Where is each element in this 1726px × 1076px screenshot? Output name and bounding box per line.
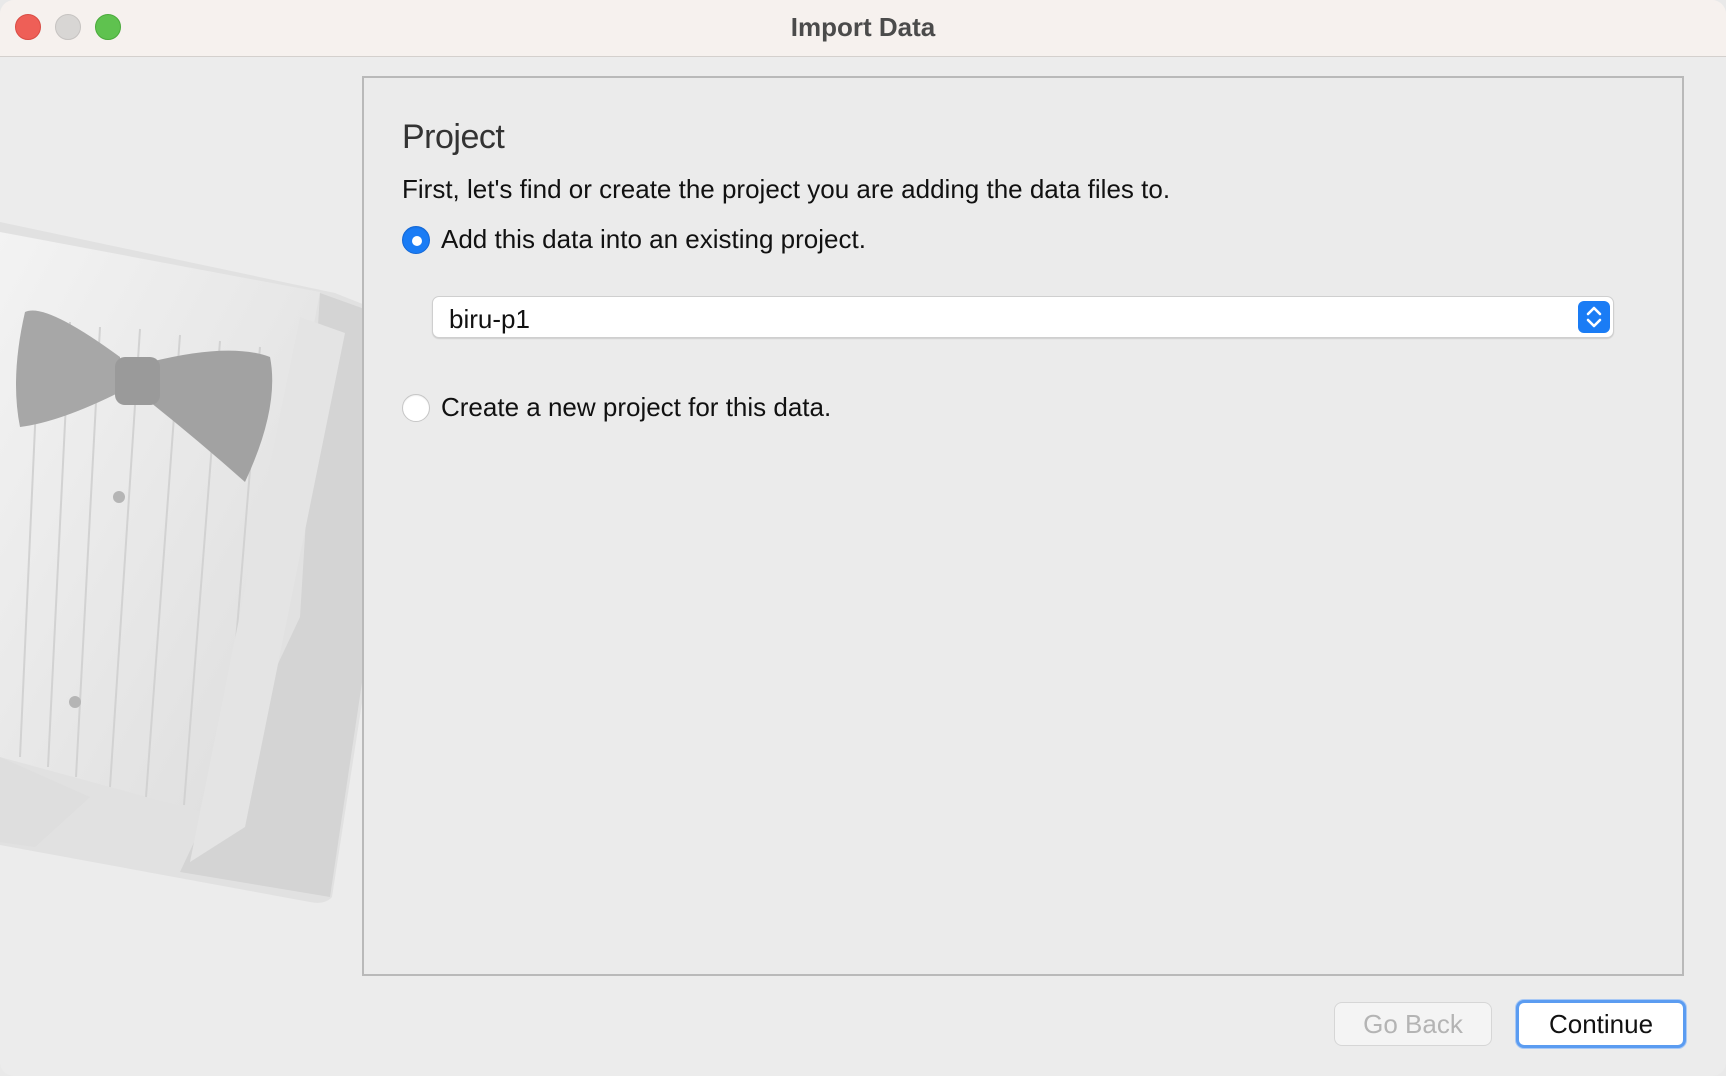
existing-project-label: Add this data into an existing project. xyxy=(441,224,866,254)
import-data-window: Import Data Project First, let's find or… xyxy=(0,0,1726,1076)
project-select-value: biru-p1 xyxy=(449,304,530,334)
go-back-button[interactable]: Go Back xyxy=(1334,1002,1492,1046)
intro-text: First, let's find or create the project … xyxy=(402,174,1171,204)
tuxedo-illustration xyxy=(0,57,420,957)
continue-button[interactable]: Continue xyxy=(1516,1000,1686,1048)
section-title: Project xyxy=(402,118,505,156)
new-project-option[interactable]: Create a new project for this data. xyxy=(402,392,831,423)
new-project-label: Create a new project for this data. xyxy=(441,392,832,422)
existing-project-radio[interactable] xyxy=(402,225,430,254)
window-title: Import Data xyxy=(790,12,936,42)
up-down-chevron-icon[interactable] xyxy=(1578,301,1610,333)
existing-project-option[interactable]: Add this data into an existing project. xyxy=(402,224,866,255)
title-bar: Import Data xyxy=(0,0,1726,57)
project-select[interactable]: biru-p1 xyxy=(432,296,1614,338)
new-project-radio[interactable] xyxy=(402,393,430,422)
import-panel: Project First, let's find or create the … xyxy=(362,76,1684,976)
